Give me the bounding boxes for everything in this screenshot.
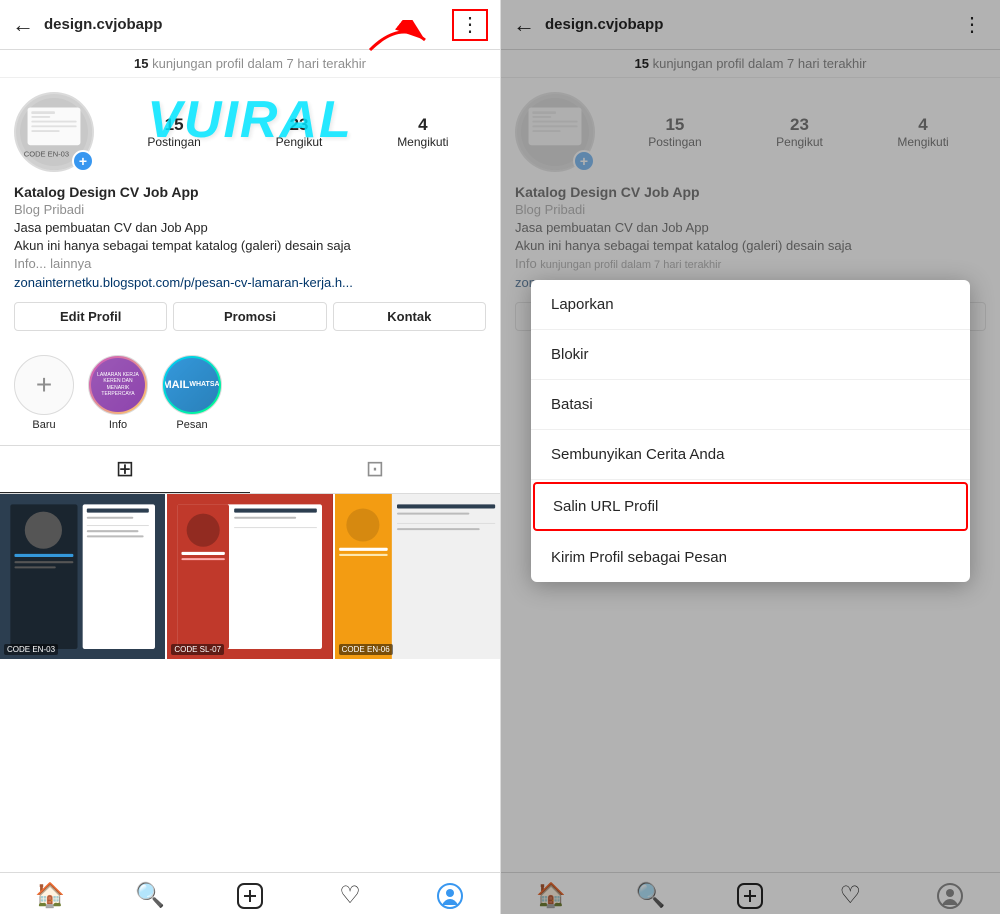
post-cell-1[interactable]: CODE EN-03 xyxy=(0,494,165,659)
menu-item-blokir[interactable]: Blokir xyxy=(531,330,970,380)
add-story-icon: + xyxy=(36,369,52,401)
bio-section: Katalog Design CV Job App Blog Pribadi J… xyxy=(14,184,486,292)
left-header: ← design.cvjobapp ⋮ xyxy=(0,0,500,50)
post-image-2: CODE SL-07 xyxy=(167,494,332,659)
story-new[interactable]: + Baru xyxy=(14,355,74,431)
bottom-nav: 🏠 🔍 ♡ xyxy=(0,872,500,914)
menu-item-laporkan[interactable]: Laporkan xyxy=(531,280,970,330)
bio-name: Katalog Design CV Job App xyxy=(14,184,486,200)
tab-grid[interactable]: ⊞ xyxy=(0,446,250,493)
menu-item-batasi[interactable]: Batasi xyxy=(531,380,970,430)
stats-row: 15 Postingan 23 Pengikut 4 Mengikuti xyxy=(110,115,486,149)
profile-section: CODE EN-03 + 15 Postingan 23 Pengikut 4 xyxy=(0,78,500,355)
bio-more[interactable]: Info... lainnya xyxy=(14,255,486,273)
avatar[interactable]: CODE EN-03 + xyxy=(14,92,94,172)
stories-row: + Baru LAMARAN KERJAKEREN DAN MENARIKTER… xyxy=(0,355,500,446)
menu-item-sembunyikan[interactable]: Sembunyikan Cerita Anda xyxy=(531,430,970,480)
story-circle-new: + xyxy=(14,355,74,415)
post-code-1: CODE EN-03 xyxy=(4,644,58,655)
contact-button[interactable]: Kontak xyxy=(333,302,486,331)
bio-link[interactable]: zonainternetku.blogspot.com/p/pesan-cv-l… xyxy=(14,275,353,290)
story-info[interactable]: LAMARAN KERJAKEREN DAN MENARIKTERPERCAYA… xyxy=(88,355,148,431)
action-buttons: Edit Profil Promosi Kontak xyxy=(14,302,486,331)
following-count: 4 xyxy=(418,115,427,135)
post-cell-2[interactable]: CODE SL-07 xyxy=(167,494,332,659)
stat-posts: 15 Postingan xyxy=(147,115,200,149)
post-cell-3[interactable]: CODE EN-06 xyxy=(335,494,500,659)
tag-icon: ⊡ xyxy=(366,456,384,482)
nav-profile[interactable] xyxy=(400,881,500,910)
back-button[interactable]: ← xyxy=(12,12,34,38)
posts-grid: CODE EN-03 CODE SL-07 xyxy=(0,494,500,872)
post-code-3: CODE EN-06 xyxy=(339,644,393,655)
story-label-info: Info xyxy=(109,419,127,431)
visit-notice: 15 kunjungan profil dalam 7 hari terakhi… xyxy=(0,50,500,78)
stat-following: 4 Mengikuti xyxy=(397,115,448,149)
profile-title: design.cvjobapp xyxy=(44,16,452,33)
bio-line1: Jasa pembuatan CV dan Job App xyxy=(14,219,486,237)
add-story-plus[interactable]: + xyxy=(72,150,94,172)
right-panel: ← design.cvjobapp ⋮ 15 kunjungan profil … xyxy=(500,0,1000,914)
more-options-button[interactable]: ⋮ xyxy=(452,9,488,41)
story-info-inner: LAMARAN KERJAKEREN DAN MENARIKTERPERCAYA xyxy=(91,358,145,412)
story-pesan[interactable]: EMAILWHATSAPP Pesan xyxy=(162,355,222,431)
story-circle-pesan: EMAILWHATSAPP xyxy=(162,355,222,415)
promote-button[interactable]: Promosi xyxy=(173,302,326,331)
bio-line2: Akun ini hanya sebagai tempat katalog (g… xyxy=(14,237,486,255)
nav-add[interactable] xyxy=(200,881,300,910)
posts-count: 15 xyxy=(165,115,184,135)
story-label-pesan: Pesan xyxy=(176,419,207,431)
edit-profile-button[interactable]: Edit Profil xyxy=(14,302,167,331)
followers-label: Pengikut xyxy=(276,135,323,149)
story-circle-info: LAMARAN KERJAKEREN DAN MENARIKTERPERCAYA xyxy=(88,355,148,415)
menu-item-salin-url[interactable]: Salin URL Profil xyxy=(533,482,968,531)
post-image-3: CODE EN-06 xyxy=(335,494,500,659)
followers-count: 23 xyxy=(290,115,309,135)
menu-item-kirim-profil[interactable]: Kirim Profil sebagai Pesan xyxy=(531,533,970,582)
dropdown-overlay[interactable]: Laporkan Blokir Batasi Sembunyikan Cerit… xyxy=(501,0,1000,914)
dropdown-menu: Laporkan Blokir Batasi Sembunyikan Cerit… xyxy=(531,280,970,582)
nav-home[interactable]: 🏠 xyxy=(0,881,100,910)
bio-type: Blog Pribadi xyxy=(14,202,486,217)
nav-likes[interactable]: ♡ xyxy=(300,881,400,910)
svg-text:CODE EN-03: CODE EN-03 xyxy=(24,150,69,159)
following-label: Mengikuti xyxy=(397,135,448,149)
tab-bar: ⊞ ⊡ xyxy=(0,446,500,494)
posts-label: Postingan xyxy=(147,135,200,149)
left-panel: ← design.cvjobapp ⋮ VUIRAL 15 kunjungan … xyxy=(0,0,500,914)
post-image-1: CODE EN-03 xyxy=(0,494,165,659)
nav-search[interactable]: 🔍 xyxy=(100,881,200,910)
stat-followers: 23 Pengikut xyxy=(276,115,323,149)
profile-top: CODE EN-03 + 15 Postingan 23 Pengikut 4 xyxy=(14,92,486,172)
story-label-baru: Baru xyxy=(32,419,55,431)
post-code-2: CODE SL-07 xyxy=(171,644,224,655)
story-pesan-inner: EMAILWHATSAPP xyxy=(165,358,219,412)
grid-icon: ⊞ xyxy=(116,456,134,482)
tab-tagged[interactable]: ⊡ xyxy=(250,446,500,493)
